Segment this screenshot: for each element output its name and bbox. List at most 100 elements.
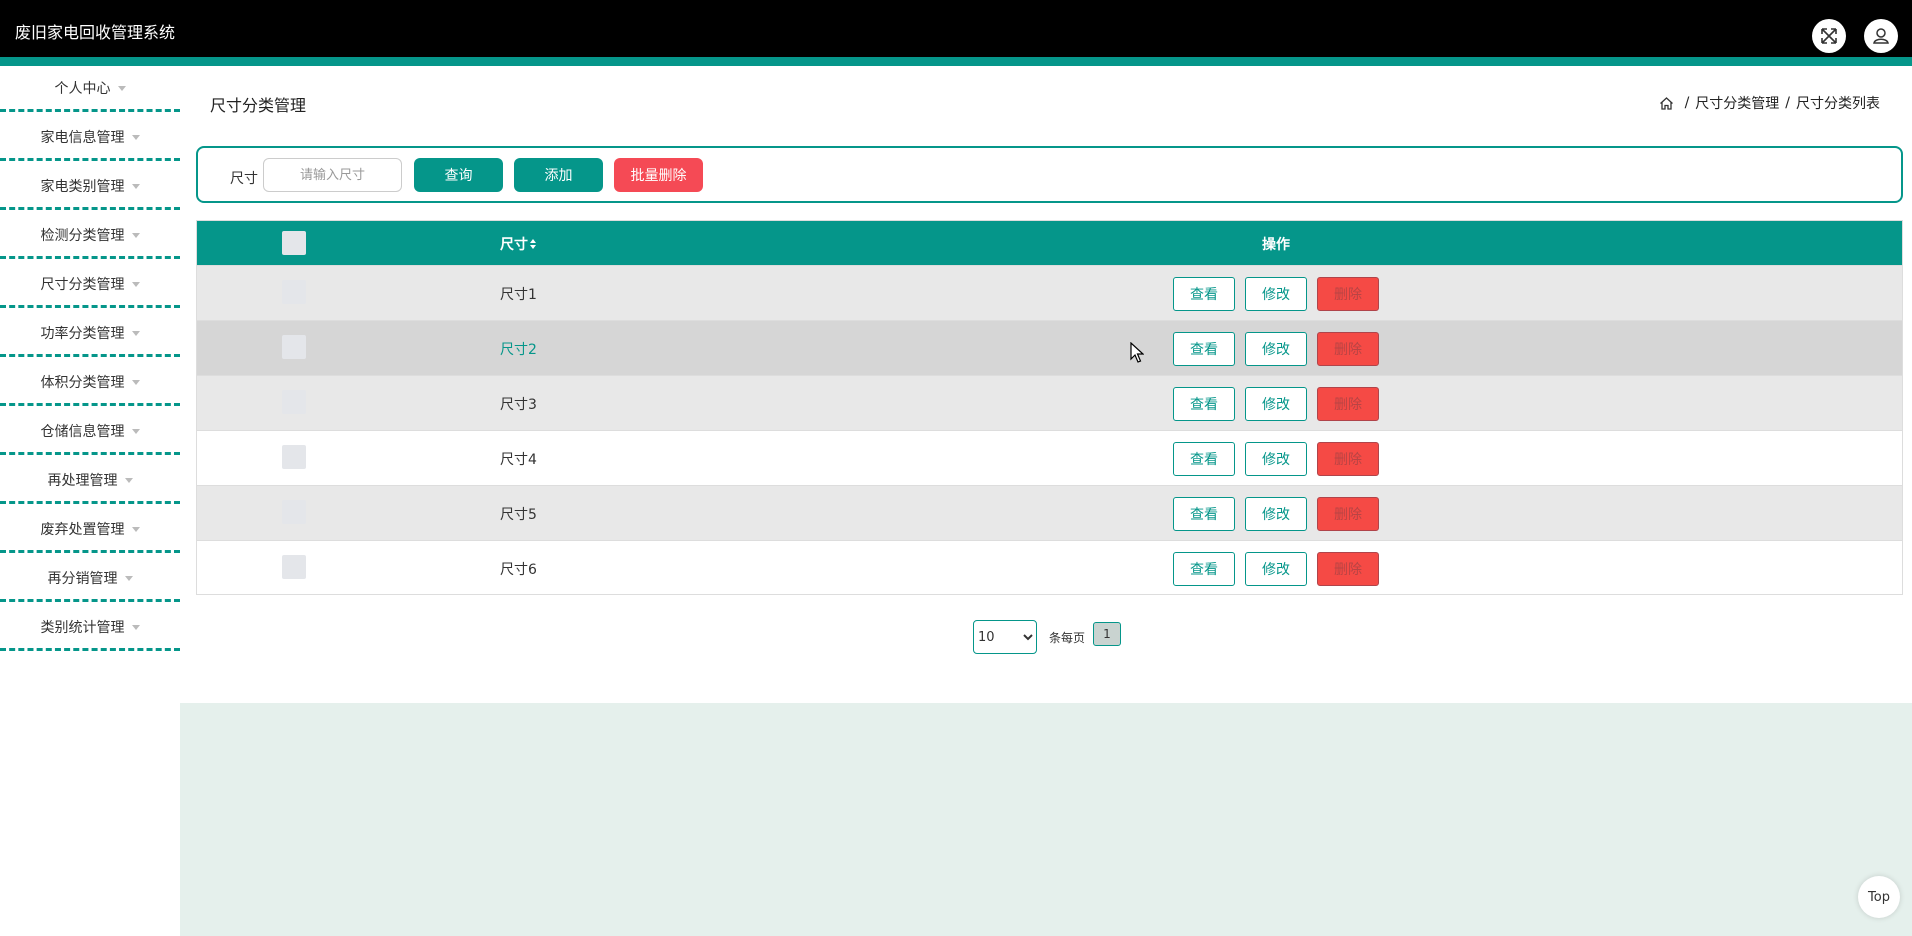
delete-button[interactable]: 删除 xyxy=(1317,442,1379,476)
delete-button[interactable]: 删除 xyxy=(1317,552,1379,586)
size-search-input[interactable] xyxy=(263,158,402,192)
table-row: 尺寸1 查看 修改 删除 xyxy=(197,265,1902,320)
sidebar-item-inspection-category[interactable]: 检测分类管理 xyxy=(0,213,180,259)
size-name-cell: 尺寸4 xyxy=(500,452,537,468)
fullscreen-button[interactable] xyxy=(1812,19,1846,53)
sidebar-item-storage-info[interactable]: 仓储信息管理 xyxy=(0,409,180,455)
sidebar-item-power-category[interactable]: 功率分类管理 xyxy=(0,311,180,357)
caret-down-icon xyxy=(131,429,140,434)
batch-delete-button[interactable]: 批量删除 xyxy=(614,158,703,192)
user-icon xyxy=(1873,28,1889,44)
row-checkbox[interactable] xyxy=(282,445,306,469)
header-accent-bar xyxy=(0,57,1912,66)
delete-button[interactable]: 删除 xyxy=(1317,387,1379,421)
delete-button[interactable]: 删除 xyxy=(1317,332,1379,366)
sidebar-item-label: 废弃处置管理 xyxy=(40,521,125,538)
table-row: 尺寸4 查看 修改 删除 xyxy=(197,430,1902,485)
caret-down-icon xyxy=(131,282,140,287)
user-button[interactable] xyxy=(1864,19,1898,53)
sidebar-item-redistribution[interactable]: 再分销管理 xyxy=(0,556,180,602)
column-header-actions: 操作 xyxy=(1262,237,1290,253)
sidebar-item-label: 家电类别管理 xyxy=(40,178,125,195)
sidebar-item-size-category[interactable]: 尺寸分类管理 xyxy=(0,262,180,308)
select-all-checkbox[interactable] xyxy=(282,231,306,255)
column-header-label: 尺寸 xyxy=(500,237,528,253)
page-button-current[interactable]: 1 xyxy=(1093,622,1121,646)
page-title: 尺寸分类管理 xyxy=(210,96,307,115)
app-title: 废旧家电回收管理系统 xyxy=(15,23,176,42)
edit-button[interactable]: 修改 xyxy=(1245,552,1307,586)
query-button[interactable]: 查询 xyxy=(414,158,503,192)
sort-icon[interactable] xyxy=(529,238,537,250)
sidebar-item-appliance-info[interactable]: 家电信息管理 xyxy=(0,115,180,161)
sidebar-item-label: 再分销管理 xyxy=(47,570,118,587)
edit-button[interactable]: 修改 xyxy=(1245,497,1307,531)
caret-down-icon xyxy=(131,625,140,630)
mouse-cursor-icon xyxy=(1130,342,1144,363)
home-icon[interactable] xyxy=(1659,96,1674,111)
sidebar-item-appliance-category[interactable]: 家电类别管理 xyxy=(0,164,180,210)
edit-button[interactable]: 修改 xyxy=(1245,332,1307,366)
breadcrumb-separator: / xyxy=(1785,95,1790,111)
view-button[interactable]: 查看 xyxy=(1173,332,1235,366)
caret-down-icon xyxy=(131,135,140,140)
caret-down-icon xyxy=(124,478,133,483)
sidebar-item-label: 家电信息管理 xyxy=(40,129,125,146)
row-checkbox[interactable] xyxy=(282,500,306,524)
sidebar-item-personal-center[interactable]: 个人中心 xyxy=(0,66,180,112)
table-row: 尺寸2 查看 修改 删除 xyxy=(197,320,1902,375)
sidebar-item-volume-category[interactable]: 体积分类管理 xyxy=(0,360,180,406)
view-button[interactable]: 查看 xyxy=(1173,387,1235,421)
size-name-cell: 尺寸5 xyxy=(500,507,537,523)
table-row: 尺寸5 查看 修改 删除 xyxy=(197,485,1902,540)
sidebar-item-disposal[interactable]: 废弃处置管理 xyxy=(0,507,180,553)
breadcrumb: / 尺寸分类管理 / 尺寸分类列表 xyxy=(1659,93,1880,113)
row-checkbox[interactable] xyxy=(282,390,306,414)
edit-button[interactable]: 修改 xyxy=(1245,387,1307,421)
add-button[interactable]: 添加 xyxy=(514,158,603,192)
caret-down-icon xyxy=(117,86,126,91)
caret-down-icon xyxy=(124,576,133,581)
back-to-top-button[interactable]: Top xyxy=(1858,876,1900,918)
view-button[interactable]: 查看 xyxy=(1173,442,1235,476)
caret-down-icon xyxy=(131,527,140,532)
sidebar-item-category-statistics[interactable]: 类别统计管理 xyxy=(0,605,180,651)
sidebar-item-label: 再处理管理 xyxy=(47,472,118,489)
row-checkbox[interactable] xyxy=(282,280,306,304)
sidebar-item-label: 体积分类管理 xyxy=(40,374,125,391)
row-checkbox[interactable] xyxy=(282,555,306,579)
delete-button[interactable]: 删除 xyxy=(1317,277,1379,311)
sidebar-item-label: 尺寸分类管理 xyxy=(40,276,125,293)
column-header-size[interactable]: 尺寸 xyxy=(500,234,537,254)
breadcrumb-level1[interactable]: 尺寸分类管理 xyxy=(1695,93,1779,113)
view-button[interactable]: 查看 xyxy=(1173,497,1235,531)
size-name-cell: 尺寸1 xyxy=(500,287,537,303)
sidebar-item-label: 检测分类管理 xyxy=(40,227,125,244)
caret-down-icon xyxy=(131,331,140,336)
sidebar-item-reprocessing[interactable]: 再处理管理 xyxy=(0,458,180,504)
edit-button[interactable]: 修改 xyxy=(1245,277,1307,311)
size-name-cell: 尺寸2 xyxy=(500,342,537,358)
sidebar: 个人中心 家电信息管理 家电类别管理 检测分类管理 尺寸分类管理 功率分类管理 … xyxy=(0,66,180,936)
delete-button[interactable]: 删除 xyxy=(1317,497,1379,531)
content-background xyxy=(180,703,1912,936)
view-button[interactable]: 查看 xyxy=(1173,552,1235,586)
size-name-cell: 尺寸3 xyxy=(500,397,537,413)
size-table: 尺寸 操作 尺寸1 查看 修改 删除 尺寸2 查看 修改 删除 尺寸3 查看 修… xyxy=(196,220,1903,595)
table-header: 尺寸 操作 xyxy=(197,221,1902,265)
row-checkbox[interactable] xyxy=(282,335,306,359)
sidebar-item-label: 仓储信息管理 xyxy=(40,423,125,440)
search-panel: 尺寸 查询 添加 批量删除 xyxy=(196,146,1903,203)
table-row: 尺寸6 查看 修改 删除 xyxy=(197,540,1902,594)
view-button[interactable]: 查看 xyxy=(1173,277,1235,311)
caret-down-icon xyxy=(131,233,140,238)
table-row: 尺寸3 查看 修改 删除 xyxy=(197,375,1902,430)
edit-button[interactable]: 修改 xyxy=(1245,442,1307,476)
top-header: 废旧家电回收管理系统 xyxy=(0,0,1912,66)
fullscreen-icon xyxy=(1821,28,1837,44)
sidebar-item-label: 类别统计管理 xyxy=(40,619,125,636)
breadcrumb-separator: / xyxy=(1684,95,1690,111)
page-size-select[interactable]: 10 xyxy=(973,620,1037,654)
search-label: 尺寸 xyxy=(230,171,258,187)
caret-down-icon xyxy=(131,184,140,189)
